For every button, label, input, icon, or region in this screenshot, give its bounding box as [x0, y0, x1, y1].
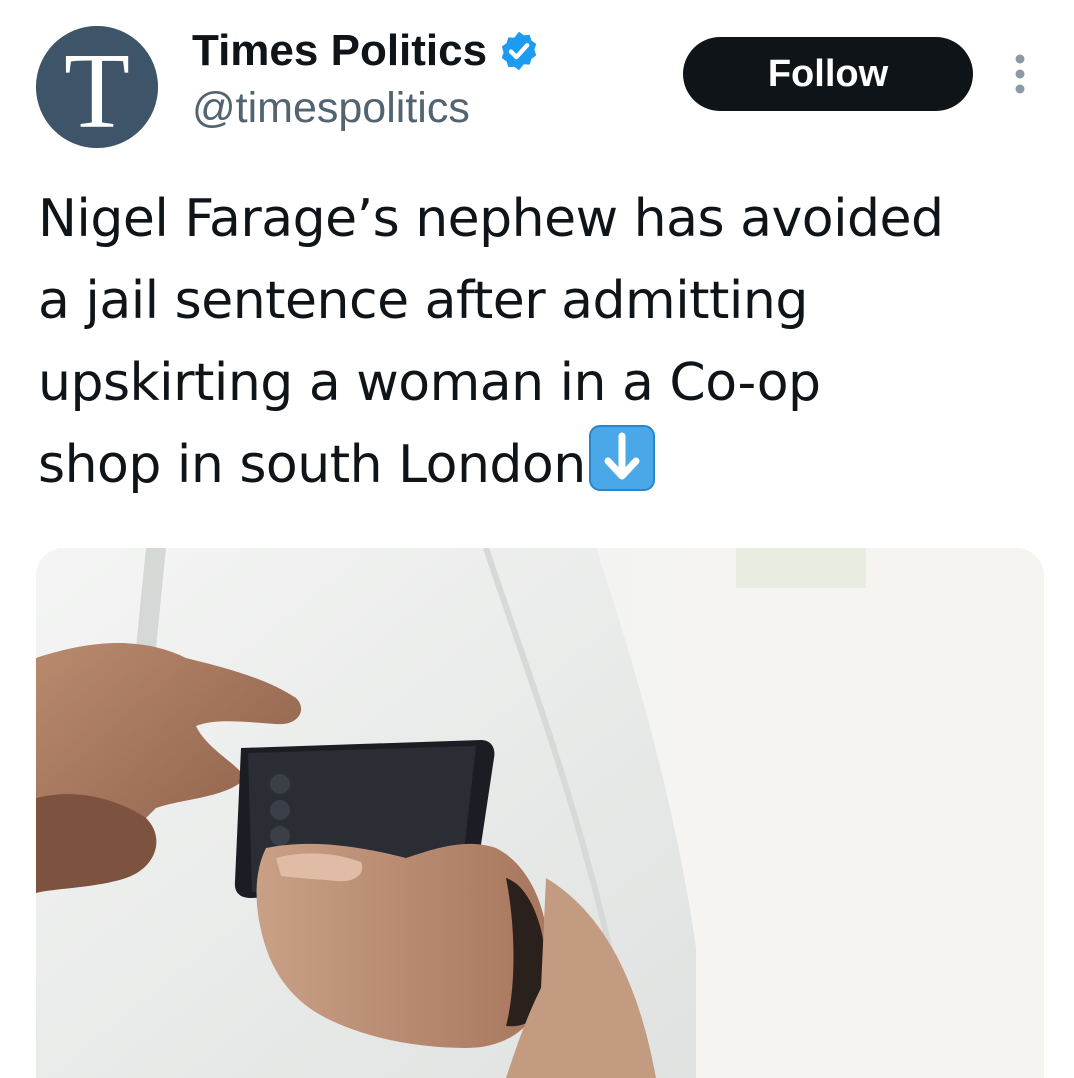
tweet[interactable]: T Times Politics @timespolitics Follow N… [0, 0, 1074, 1078]
down-arrow-emoji-icon [588, 424, 656, 492]
author-info: Times Politics @timespolitics [192, 24, 541, 133]
svg-text:T: T [64, 32, 130, 148]
name-row: Times Politics [192, 24, 541, 78]
tweet-media-image[interactable] [36, 548, 1044, 1078]
avatar[interactable]: T [36, 26, 158, 148]
times-logo-avatar: T [36, 26, 158, 148]
tweet-text-body: Nigel Farage’s nephew has avoided a jail… [38, 189, 944, 495]
user-handle[interactable]: @timespolitics [192, 84, 541, 133]
tweet-text: Nigel Farage’s nephew has avoided a jail… [38, 178, 1048, 506]
more-vertical-icon[interactable] [1006, 52, 1034, 96]
verified-badge-icon[interactable] [497, 29, 541, 73]
follow-button[interactable]: Follow [683, 37, 973, 111]
display-name[interactable]: Times Politics [192, 26, 487, 76]
photo-hands-smartphone [36, 548, 1044, 1078]
